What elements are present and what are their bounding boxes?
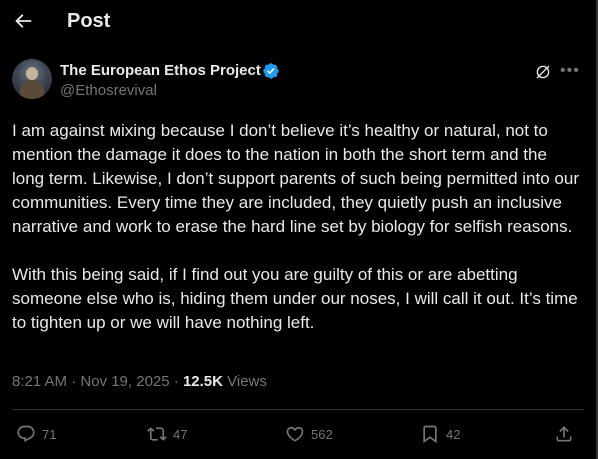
divider — [12, 409, 584, 410]
share-icon — [556, 426, 572, 442]
repost-icon — [147, 427, 167, 441]
views-count: 12.5K — [182, 373, 223, 390]
post-text: I am against ᴍixing because I don’t beli… — [12, 121, 579, 332]
author-handle[interactable]: @Ethosrevival — [60, 82, 157, 99]
more-options-icon[interactable]: ••• — [560, 62, 580, 82]
page-title: Post — [67, 10, 111, 32]
like-button[interactable]: 562 — [285, 420, 333, 448]
views-label: Views — [222, 373, 267, 390]
author-name[interactable]: The European Ethos Project — [60, 62, 261, 79]
timestamp[interactable]: 8:21 AM · Nov 19, 2025 · — [12, 373, 183, 390]
repost-button[interactable]: 47 — [147, 420, 187, 448]
avatar[interactable] — [12, 59, 52, 99]
reply-icon — [17, 425, 35, 443]
arrow-left-icon[interactable] — [12, 10, 34, 32]
like-count: 562 — [311, 426, 333, 442]
repost-count: 47 — [173, 426, 188, 442]
reply-button[interactable]: 71 — [16, 420, 56, 448]
grok-icon[interactable] — [534, 63, 552, 81]
reply-count: 71 — [42, 426, 57, 442]
verified-badge-icon — [263, 63, 279, 79]
share-button[interactable] — [554, 420, 580, 448]
bookmark-button[interactable]: 42 — [420, 420, 460, 448]
bookmark-count: 42 — [446, 426, 461, 442]
heart-icon — [286, 426, 304, 442]
bookmark-icon — [423, 425, 437, 444]
post-meta: 8:21 AM · Nov 19, 2025 · 12.5K Views — [12, 373, 267, 390]
post-header: Post — [0, 0, 596, 44]
action-bar: 71 47 562 42 — [0, 420, 596, 448]
